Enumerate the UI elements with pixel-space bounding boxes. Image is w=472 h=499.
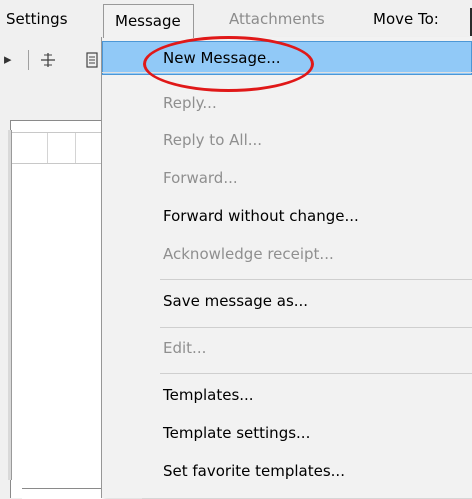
toolbar: ▸ <box>0 38 110 80</box>
message-dropdown-menu: New Message... Reply... Reply to All... … <box>101 37 472 498</box>
menu-message[interactable]: Message <box>103 4 194 38</box>
menu-item-template-settings[interactable]: Template settings... <box>102 416 472 450</box>
play-arrow-icon[interactable]: ▸ <box>4 38 12 80</box>
menu-separator <box>160 327 472 328</box>
menu-item-forward-without-change[interactable]: Forward without change... <box>102 199 472 233</box>
menu-separator <box>102 72 472 73</box>
menu-item-acknowledge-receipt[interactable]: Acknowledge receipt... <box>102 237 472 271</box>
left-scrollbar[interactable] <box>8 130 12 480</box>
menu-separator <box>160 373 472 374</box>
toolbar-separator <box>28 50 29 70</box>
menu-item-save-message-as[interactable]: Save message as... <box>102 284 472 318</box>
menu-settings[interactable]: Settings <box>6 0 68 38</box>
menu-item-set-favorite-templates[interactable]: Set favorite templates... <box>102 454 472 488</box>
menu-move-to[interactable]: Move To: <box>373 0 439 38</box>
menu-bar: Settings Message Attachments Move To: <box>0 0 472 38</box>
document-icon[interactable] <box>86 38 98 80</box>
menu-attachments[interactable]: Attachments <box>229 0 325 38</box>
crosshair-icon[interactable] <box>40 38 56 80</box>
menu-item-forward[interactable]: Forward... <box>102 161 472 195</box>
menu-item-reply-all[interactable]: Reply to All... <box>102 123 472 157</box>
menu-separator <box>160 279 472 280</box>
menu-item-new-message[interactable]: New Message... <box>102 41 472 75</box>
menu-item-reply[interactable]: Reply... <box>102 86 472 120</box>
menu-item-templates[interactable]: Templates... <box>102 378 472 412</box>
menu-item-edit[interactable]: Edit... <box>102 331 472 365</box>
